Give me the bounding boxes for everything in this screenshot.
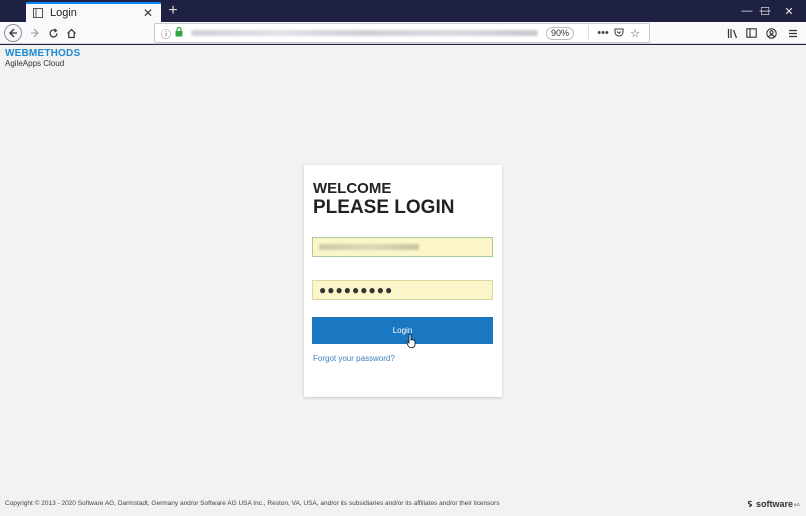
tab-login[interactable]: Login ✕ — [26, 2, 161, 22]
tab-bar: Login ✕ + — — [0, 0, 806, 22]
logo-subtitle: AgileApps Cloud — [5, 59, 65, 68]
username-value-redacted — [319, 244, 419, 250]
url-text-redacted — [191, 30, 538, 36]
hamburger-icon — [789, 29, 797, 37]
reload-icon — [48, 28, 58, 37]
brand-text: software — [756, 499, 794, 509]
new-tab-button[interactable]: + — [164, 2, 182, 20]
home-button[interactable] — [62, 24, 80, 42]
menu-button[interactable] — [784, 24, 802, 42]
zoom-indicator[interactable]: 90% — [545, 26, 574, 40]
tab-title: Login — [50, 7, 77, 19]
brand-suffix: AG — [794, 501, 800, 507]
software-ag-logo: software AG — [746, 499, 800, 509]
close-tab-icon[interactable]: ✕ — [141, 6, 155, 20]
login-card: WELCOME PLEASE LOGIN ●●●●●●●●● Login For… — [304, 165, 502, 397]
software-ag-mark-icon — [747, 500, 753, 508]
close-window-button[interactable]: ✕ — [772, 0, 806, 22]
lock-icon[interactable] — [175, 26, 183, 40]
bookmark-star-icon[interactable]: ☆ — [627, 27, 643, 40]
logo-webmethods: WEBMETHODS — [5, 48, 81, 59]
library-button[interactable] — [724, 24, 742, 42]
password-field[interactable]: ●●●●●●●●● — [312, 280, 493, 300]
username-field[interactable] — [312, 237, 493, 257]
account-button[interactable] — [762, 24, 780, 42]
sidebar-icon — [745, 28, 757, 38]
pocket-icon[interactable] — [611, 27, 627, 40]
forward-arrow-icon — [31, 28, 39, 38]
back-button[interactable] — [4, 24, 22, 42]
forward-button[interactable] — [26, 24, 44, 42]
account-icon — [765, 27, 777, 39]
page-icon — [32, 7, 44, 19]
page-actions-button[interactable]: ••• — [595, 27, 611, 39]
please-login-heading: PLEASE LOGIN — [313, 197, 455, 218]
reload-button[interactable] — [44, 24, 62, 42]
home-icon — [66, 28, 76, 38]
nav-bar: ⓘ 90% ••• ☆ — [0, 22, 806, 44]
back-arrow-icon — [9, 28, 17, 38]
url-bar[interactable]: ⓘ 90% ••• ☆ — [154, 23, 650, 43]
library-icon — [727, 28, 738, 38]
copyright-footer: Copyright © 2013 - 2020 Software AG, Dar… — [5, 500, 500, 507]
hand-cursor-icon — [406, 334, 416, 348]
page-content: WEBMETHODS AgileApps Cloud WELCOME PLEAS… — [0, 45, 806, 516]
welcome-heading: WELCOME — [313, 180, 392, 197]
login-button[interactable]: Login — [312, 317, 493, 344]
info-icon[interactable]: ⓘ — [161, 26, 171, 41]
sidebar-button[interactable] — [742, 24, 760, 42]
forgot-password-link[interactable]: Forgot your password? — [313, 354, 395, 363]
